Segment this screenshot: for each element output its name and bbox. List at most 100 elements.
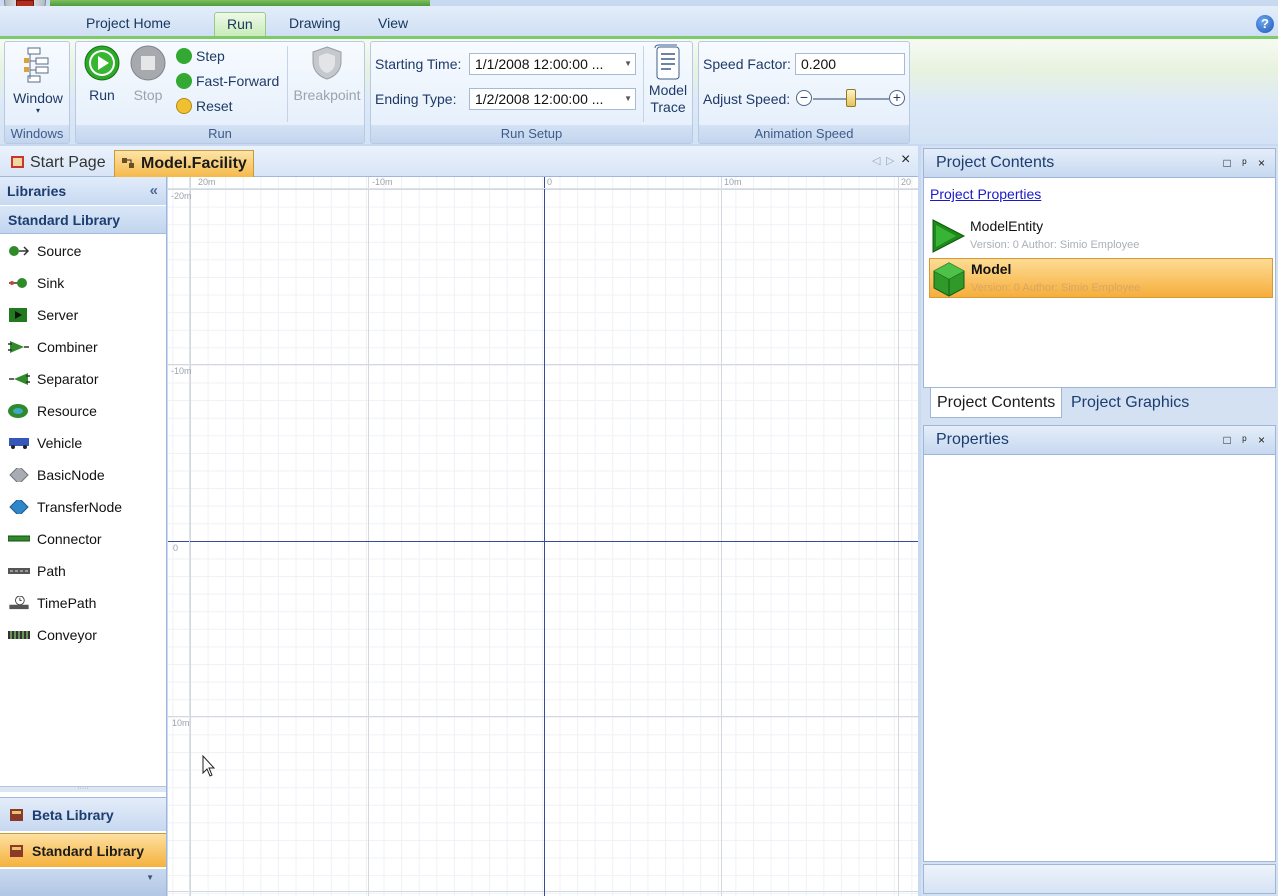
reset-button[interactable]: Reset <box>176 95 233 117</box>
stop-button[interactable]: Stop <box>128 45 168 103</box>
window-button[interactable]: Window ▾ <box>9 46 67 115</box>
facility-canvas[interactable]: 20m -10m 0 10m 20 -20m -10m 0 10m <box>168 177 918 896</box>
project-item-meta: Version: 0 Author: Simio Employee <box>970 239 1140 251</box>
libraries-header: Libraries « <box>0 177 166 205</box>
library-item-combiner[interactable]: Combiner <box>0 332 165 362</box>
group-divider <box>287 46 288 122</box>
basic-node-icon <box>9 468 29 482</box>
start-page-icon <box>11 156 24 168</box>
tab-project-home[interactable]: Project Home <box>74 12 183 36</box>
shield-icon <box>312 46 342 80</box>
run-button[interactable]: Run <box>80 45 124 103</box>
pane-window-buttons[interactable]: □ ᵖ × <box>1224 149 1269 177</box>
tab-start-page-label: Start Page <box>30 154 106 171</box>
speed-factor-input[interactable]: 0.200 <box>795 53 905 75</box>
model-trace-button[interactable]: Model Trace <box>646 44 690 116</box>
project-item-model-entity[interactable]: ModelEntity Version: 0 Author: Simio Emp… <box>929 216 1273 256</box>
ending-type-value: 1/2/2008 12:00:00 ... <box>475 91 604 107</box>
tab-project-graphics[interactable]: Project Graphics <box>1065 388 1195 418</box>
grid-line <box>368 177 369 896</box>
slower-minus-icon[interactable]: − <box>796 90 812 106</box>
tab-model-facility[interactable]: Model.Facility <box>114 150 254 177</box>
breakpoint-button-label: Breakpoint <box>293 87 361 103</box>
library-item-label: BasicNode <box>37 467 105 483</box>
separator-icon <box>9 373 30 385</box>
beta-library-label: Beta Library <box>32 807 114 823</box>
model-cube-icon <box>933 262 965 297</box>
library-item-server[interactable]: Server <box>0 300 165 330</box>
play-icon <box>84 45 120 81</box>
tab-view[interactable]: View <box>366 12 420 36</box>
library-item-conveyor[interactable]: Conveyor <box>0 620 165 650</box>
library-item-separator[interactable]: Separator <box>0 364 165 394</box>
library-item-label: Path <box>37 563 66 579</box>
animation-speed-group-label: Animation Speed <box>699 125 909 143</box>
stop-icon <box>130 45 166 81</box>
project-item-model[interactable]: Model Version: 0 Author: Simio Employee <box>929 258 1273 298</box>
ribbon-tab-bar: Project Home Run Drawing View ? <box>0 6 1278 36</box>
library-item-label: Connector <box>37 531 102 547</box>
collapse-icon[interactable]: « <box>150 177 158 205</box>
pane-window-buttons[interactable]: □ ᵖ × <box>1224 426 1269 454</box>
ruler-label: 0 <box>173 543 179 553</box>
document-tab-strip: Start Page Model.Facility ◁ ▷ × <box>0 146 918 177</box>
starting-time-combo[interactable]: 1/1/2008 12:00:00 ... ▼ <box>469 53 636 75</box>
vehicle-icon <box>9 438 29 449</box>
project-item-name: Model <box>971 261 1012 277</box>
grid-line <box>721 177 722 896</box>
library-item-label: Resource <box>37 403 97 419</box>
starting-time-value: 1/1/2008 12:00:00 ... <box>475 56 604 72</box>
library-item-sink[interactable]: Sink <box>0 268 165 298</box>
library-item-path[interactable]: Path <box>0 556 165 586</box>
ruler-label: 20m <box>198 177 216 187</box>
tab-run[interactable]: Run <box>214 12 266 36</box>
ending-type-combo[interactable]: 1/2/2008 12:00:00 ... ▼ <box>469 88 636 110</box>
project-contents-header: Project Contents □ ᵖ × <box>923 148 1276 178</box>
step-button[interactable]: Step <box>176 45 225 67</box>
scroll-right-icon[interactable]: ▷ <box>886 154 894 167</box>
breakpoint-button[interactable]: Breakpoint <box>292 45 362 103</box>
grid-line <box>898 177 899 896</box>
standard-library-section-header[interactable]: Standard Library <box>0 206 166 234</box>
library-item-time-path[interactable]: TimePath <box>0 588 165 618</box>
project-contents-body: Project Properties ModelEntity Version: … <box>923 178 1276 388</box>
help-icon[interactable]: ? <box>1256 15 1274 33</box>
chevron-down-icon: ▼ <box>624 59 632 68</box>
library-item-basic-node[interactable]: BasicNode <box>0 460 165 490</box>
project-properties-link[interactable]: Project Properties <box>930 186 1041 202</box>
library-overflow-bar[interactable]: ▼ <box>0 869 166 896</box>
tab-project-contents[interactable]: Project Contents <box>930 388 1063 418</box>
tab-drawing[interactable]: Drawing <box>277 12 352 36</box>
ruler-label: 10m <box>724 177 742 187</box>
library-item-source[interactable]: Source <box>0 236 165 266</box>
sink-icon <box>9 278 27 288</box>
library-item-connector[interactable]: Connector <box>0 524 165 554</box>
tab-start-page[interactable]: Start Page <box>4 150 112 177</box>
fast-forward-button[interactable]: Fast-Forward <box>176 70 279 92</box>
faster-plus-icon[interactable]: + <box>889 90 905 106</box>
y-axis-line <box>544 177 545 896</box>
library-item-resource[interactable]: Resource <box>0 396 165 426</box>
library-book-icon <box>10 809 23 821</box>
ribbon: Window ▾ Windows Run Stop Step Fast-Forw… <box>0 36 1278 144</box>
ending-type-label: Ending Type: <box>375 91 457 107</box>
adjust-speed-label: Adjust Speed: <box>703 91 791 107</box>
right-dock: Project Contents □ ᵖ × Project Propertie… <box>921 146 1278 896</box>
library-item-transfer-node[interactable]: TransferNode <box>0 492 165 522</box>
scroll-left-icon[interactable]: ◁ <box>872 154 880 167</box>
grid-line <box>168 891 918 892</box>
window-tree-icon <box>24 47 49 83</box>
standard-library-tab[interactable]: Standard Library <box>0 833 166 867</box>
beta-library-tab[interactable]: Beta Library <box>0 797 166 831</box>
library-item-vehicle[interactable]: Vehicle <box>0 428 165 458</box>
source-icon <box>9 246 30 256</box>
library-splitter[interactable]: ····· <box>0 785 166 792</box>
close-icon[interactable]: × <box>901 151 910 169</box>
fast-forward-button-label: Fast-Forward <box>196 73 280 89</box>
window-button-label: Window <box>13 90 63 106</box>
model-trace-label-line2: Trace <box>650 99 686 115</box>
server-icon <box>9 308 27 322</box>
speed-slider-thumb[interactable] <box>846 89 856 107</box>
reset-button-label: Reset <box>196 98 233 114</box>
model-trace-label-line1: Model <box>648 82 688 98</box>
